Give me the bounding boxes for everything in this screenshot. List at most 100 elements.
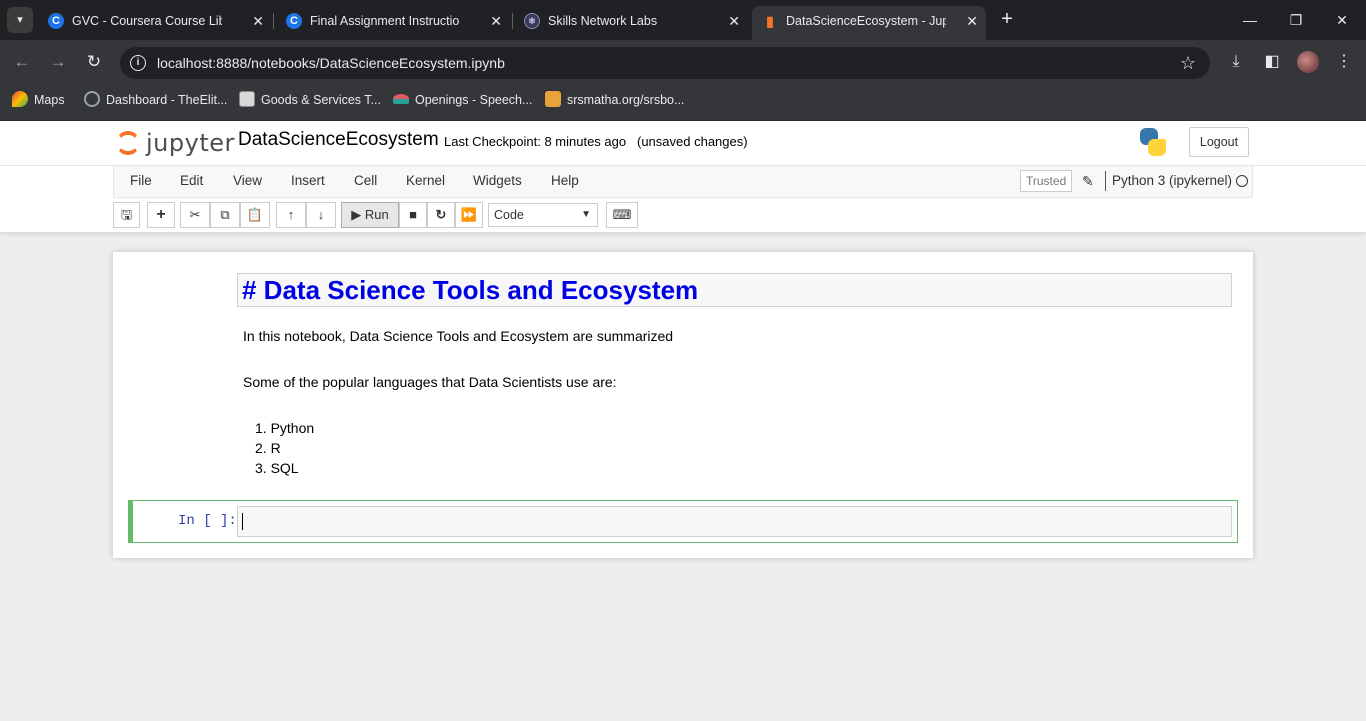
- list-item: 2. R: [255, 440, 281, 456]
- pencil-icon[interactable]: ✎: [1082, 170, 1094, 192]
- python-logo-icon: [1138, 127, 1168, 157]
- minimize-icon[interactable]: —: [1238, 8, 1262, 32]
- notebook-container: # Data Science Tools and Ecosystem In th…: [113, 252, 1253, 558]
- scissors-icon: ✂: [189, 207, 201, 222]
- close-tab-icon[interactable]: ✕: [490, 6, 502, 36]
- fast-forward-icon: ⏩: [460, 207, 478, 222]
- list-item: 1. Python: [255, 420, 315, 436]
- jupyter-logo-text: jupyter: [146, 129, 235, 157]
- menu-edit[interactable]: Edit: [180, 166, 203, 196]
- tab-title: Skills Network Labs: [548, 14, 658, 28]
- close-tab-icon[interactable]: ✕: [728, 6, 740, 36]
- address-bar[interactable]: i localhost:8888/notebooks/DataScienceEc…: [120, 47, 1210, 79]
- jupyter-logo-icon: [116, 131, 140, 155]
- restart-button[interactable]: ↻: [427, 202, 455, 228]
- paste-icon: 📋: [246, 207, 264, 222]
- more-menu-icon[interactable]: ⋮: [1332, 50, 1356, 74]
- copy-button[interactable]: ⧉: [210, 202, 240, 228]
- browser-toolbar: ← → ↻ i localhost:8888/notebooks/DataSci…: [0, 40, 1366, 85]
- close-window-icon[interactable]: ✕: [1330, 8, 1354, 32]
- jupyter-notebook-icon: ▮: [766, 13, 774, 29]
- restart-run-all-button[interactable]: ⏩: [455, 202, 483, 228]
- site-info-icon[interactable]: i: [130, 55, 146, 71]
- menu-insert[interactable]: Insert: [291, 166, 325, 196]
- tab-search-chevron-icon[interactable]: ▾: [7, 7, 33, 33]
- profile-avatar[interactable]: [1297, 51, 1319, 73]
- interrupt-button[interactable]: ■: [399, 202, 427, 228]
- bookmark-srsmatha[interactable]: srsmatha.org/srsbo...: [545, 85, 684, 115]
- bookmark-openings[interactable]: Openings - Speech...: [393, 85, 532, 115]
- restart-icon: ↻: [435, 207, 447, 222]
- coursera-icon: C: [286, 13, 302, 29]
- url-text[interactable]: localhost:8888/notebooks/DataScienceEcos…: [157, 47, 505, 79]
- kernel-idle-indicator-icon: [1236, 175, 1248, 187]
- bookmark-star-icon[interactable]: ☆: [1180, 47, 1196, 79]
- cell-type-select[interactable]: Code ▼: [488, 203, 598, 227]
- restore-window-icon[interactable]: ❐: [1284, 8, 1308, 32]
- bookmark-maps[interactable]: Maps: [12, 85, 65, 115]
- code-cell-selected[interactable]: In [ ]:: [128, 500, 1238, 543]
- bookmark-label: Dashboard - TheElit...: [106, 93, 228, 107]
- jupyter-header: jupyter DataScienceEcosystem Last Checkp…: [0, 121, 1366, 166]
- back-arrow-icon[interactable]: ←: [10, 50, 34, 74]
- cut-button[interactable]: ✂: [180, 202, 210, 228]
- markdown-heading-cell[interactable]: # Data Science Tools and Ecosystem: [237, 273, 1232, 307]
- run-label: Run: [364, 207, 389, 222]
- new-tab-plus-icon[interactable]: +: [996, 8, 1018, 30]
- browser-tab-strip: ▾ C GVC - Coursera Course Library | ✕ C …: [0, 0, 1366, 40]
- bookmark-label: Maps: [34, 93, 65, 107]
- close-tab-icon[interactable]: ✕: [252, 6, 264, 36]
- bookmarks-bar: Maps Dashboard - TheElit... Goods & Serv…: [0, 85, 1366, 121]
- arrow-down-icon: ↓: [317, 207, 325, 222]
- side-panel-icon[interactable]: ◧: [1260, 50, 1284, 74]
- jupyter-logo[interactable]: jupyter: [116, 127, 234, 159]
- menu-help[interactable]: Help: [551, 166, 579, 196]
- save-button[interactable]: 🖫: [113, 202, 140, 228]
- input-prompt: In [ ]:: [178, 513, 237, 529]
- openings-icon: [393, 94, 409, 104]
- download-icon[interactable]: ⤓: [1224, 50, 1248, 74]
- bookmark-label: Openings - Speech...: [415, 93, 533, 107]
- browser-tab-final-assignment[interactable]: C Final Assignment Instructions: C ✕: [276, 6, 510, 36]
- browser-tab-gvc-coursera[interactable]: C GVC - Coursera Course Library | ✕: [38, 6, 272, 36]
- forward-arrow-icon[interactable]: →: [46, 50, 70, 74]
- gst-icon: [239, 91, 255, 107]
- menu-file[interactable]: File: [130, 166, 152, 196]
- paste-button[interactable]: 📋: [240, 202, 270, 228]
- tab-title: GVC - Coursera Course Library |: [72, 14, 222, 28]
- menu-view[interactable]: View: [233, 166, 262, 196]
- chevron-down-icon: ▼: [581, 209, 591, 220]
- bookmark-gst[interactable]: Goods & Services T...: [239, 85, 381, 115]
- run-button[interactable]: ▶ Run: [341, 202, 399, 228]
- move-down-button[interactable]: ↓: [306, 202, 336, 228]
- reload-icon[interactable]: ↻: [82, 50, 106, 74]
- cell-type-value: Code: [494, 208, 524, 222]
- bookmark-label: srsmatha.org/srsbo...: [567, 93, 685, 107]
- tab-title: DataScienceEcosystem - Jupyter: [786, 14, 946, 28]
- menu-widgets[interactable]: Widgets: [473, 166, 522, 196]
- insert-cell-button[interactable]: +: [147, 202, 175, 228]
- browser-tab-jupyter-active[interactable]: ▮ DataScienceEcosystem - Jupyter ✕: [752, 6, 986, 40]
- bookmark-dashboard[interactable]: Dashboard - TheElit...: [84, 85, 227, 115]
- logout-button[interactable]: Logout: [1189, 127, 1249, 157]
- browser-tab-skills-network[interactable]: ⚛ Skills Network Labs ✕: [514, 6, 748, 36]
- list-item: 3. SQL: [255, 460, 299, 476]
- plus-icon: +: [156, 206, 166, 223]
- code-input[interactable]: [237, 506, 1232, 537]
- menu-cell[interactable]: Cell: [354, 166, 377, 196]
- move-up-button[interactable]: ↑: [276, 202, 306, 228]
- trusted-badge[interactable]: Trusted: [1020, 170, 1073, 192]
- markdown-languages-intro: Some of the popular languages that Data …: [243, 374, 617, 390]
- kernel-name[interactable]: Python 3 (ipykernel): [1112, 166, 1232, 196]
- command-palette-button[interactable]: ⌨: [606, 202, 638, 228]
- tab-title: Final Assignment Instructions: C: [310, 14, 460, 28]
- srsmatha-icon: [545, 91, 561, 107]
- notebook-name[interactable]: DataScienceEcosystem: [238, 129, 439, 151]
- close-tab-icon[interactable]: ✕: [966, 6, 978, 36]
- menu-kernel[interactable]: Kernel: [406, 166, 445, 196]
- keyboard-icon: ⌨: [612, 207, 632, 222]
- save-icon: 🖫: [120, 207, 133, 222]
- jupyter-menubar-container: File Edit View Insert Cell Kernel Widget…: [0, 166, 1366, 233]
- bookmark-label: Goods & Services T...: [261, 93, 381, 107]
- text-cursor: [242, 513, 243, 530]
